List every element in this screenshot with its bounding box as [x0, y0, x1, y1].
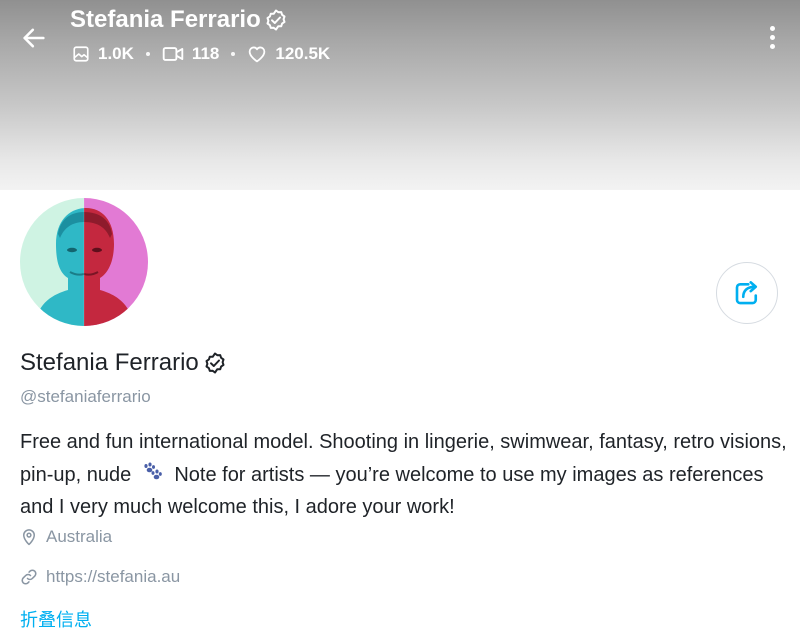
back-button[interactable] [18, 22, 50, 54]
image-icon [73, 46, 89, 62]
share-button[interactable] [716, 262, 778, 324]
photos-count: 1.0K [98, 44, 134, 63]
likes-stat[interactable]: 120.5K [247, 44, 330, 64]
profile-header: Stefania Ferrario 1.0K 118 120.5K [0, 0, 800, 190]
header-stats: 1.0K 118 120.5K [72, 42, 330, 66]
profile-name: Stefania Ferrario [20, 349, 227, 377]
arrow-left-icon [23, 28, 45, 48]
profile-bio: Free and fun international model. Shooti… [20, 426, 790, 524]
website-text: https://stefania.au [46, 567, 181, 586]
share-icon [735, 281, 758, 305]
location-text: Australia [46, 527, 113, 546]
avatar[interactable] [20, 198, 148, 326]
video-icon [162, 47, 184, 61]
link-icon [21, 569, 37, 585]
paw-prints-icon [141, 459, 163, 492]
more-vertical-icon [769, 25, 775, 31]
likes-count: 120.5K [275, 44, 331, 63]
heart-icon [249, 46, 266, 63]
header-title: Stefania Ferrario [70, 6, 288, 34]
profile-handle: @stefaniaferrario [20, 387, 151, 406]
verified-badge-icon [264, 8, 288, 32]
profile-website-link[interactable]: https://stefania.au [20, 567, 180, 587]
collapse-info-button[interactable]: 折叠信息 [20, 606, 92, 632]
separator-dot [145, 52, 150, 56]
verified-badge-icon [203, 351, 227, 375]
profile-location: Australia [20, 527, 112, 547]
videos-count: 118 [191, 44, 220, 63]
avatar-container [16, 194, 152, 330]
map-pin-icon [23, 529, 35, 546]
separator-dot [231, 52, 236, 56]
videos-stat[interactable]: 118 [162, 44, 219, 64]
more-options-button[interactable] [758, 20, 786, 54]
photos-stat[interactable]: 1.0K [72, 44, 134, 64]
profile-name-text: Stefania Ferrario [20, 349, 199, 376]
bio-text-part2: Note for artists — you’re welcome to use… [20, 463, 764, 519]
header-name-text: Stefania Ferrario [70, 6, 261, 33]
